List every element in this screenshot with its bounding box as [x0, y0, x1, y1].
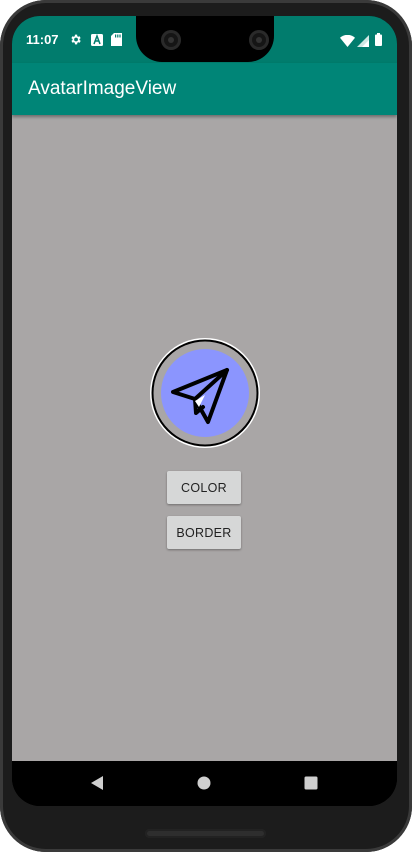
status-bar: 11:07: [12, 16, 397, 63]
front-camera: [161, 30, 181, 50]
bottom-speaker: [145, 829, 266, 838]
camera-notch: [136, 16, 274, 62]
wifi-icon: [340, 34, 355, 52]
main-content: COLOR BORDER: [12, 115, 397, 761]
a-badge-icon: [91, 33, 103, 51]
navigation-bar: [12, 761, 397, 806]
battery-icon: [375, 33, 382, 51]
avatar-image[interactable]: [149, 337, 261, 449]
app-bar: AvatarImageView: [12, 63, 397, 115]
border-button[interactable]: BORDER: [167, 516, 241, 549]
recents-icon[interactable]: [304, 775, 318, 796]
app-title: AvatarImageView: [28, 78, 177, 99]
sd-card-icon: [111, 33, 122, 51]
back-icon[interactable]: [90, 775, 104, 796]
settings-icon: [69, 33, 82, 51]
signal-icon: [357, 34, 369, 52]
front-camera-secondary: [249, 30, 269, 50]
home-icon[interactable]: [197, 775, 211, 796]
phone-frame: 11:07 AvatarImageView COLOR BORDER: [0, 0, 412, 852]
screen: 11:07 AvatarImageView COLOR BORDER: [12, 16, 397, 806]
status-time: 11:07: [26, 32, 59, 47]
color-button[interactable]: COLOR: [167, 471, 241, 504]
